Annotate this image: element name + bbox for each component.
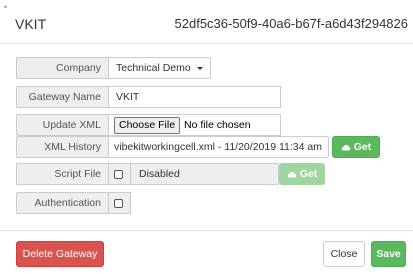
gateway-name-row: Gateway Name VKIT — [16, 86, 316, 108]
script-file-status: Disabled — [131, 163, 279, 185]
authentication-checkbox[interactable] — [114, 199, 123, 208]
company-dropdown[interactable]: Technical Demo — [109, 57, 211, 79]
update-xml-file-input[interactable]: Choose File No file chosen — [109, 114, 281, 136]
caret-down-icon — [196, 66, 203, 70]
company-dropdown-value: Technical Demo — [116, 62, 191, 74]
xml-history-get-label: Get — [353, 141, 372, 153]
save-button[interactable]: Save — [371, 241, 406, 267]
script-file-row: Script File Disabled Get — [16, 163, 346, 185]
choose-file-button[interactable]: Choose File — [114, 117, 181, 134]
gateway-id: 52df5c36-50f9-40a6-b67f-a6d43f294826 — [174, 16, 408, 31]
script-file-checkbox-cell — [109, 163, 131, 185]
gateway-name-input[interactable]: VKIT — [109, 86, 281, 108]
company-label: Company — [16, 57, 109, 79]
file-status-text: No file chosen — [184, 119, 251, 131]
xml-history-label: XML History — [16, 136, 109, 158]
script-file-get-button[interactable]: Get — [279, 163, 325, 185]
cloud-download-icon — [341, 144, 351, 151]
gateway-name-label: Gateway Name — [16, 86, 109, 108]
script-file-checkbox[interactable] — [114, 170, 123, 179]
company-row: Company Technical Demo — [16, 57, 316, 79]
caret-down-icon — [327, 145, 328, 149]
footer-divider — [0, 230, 413, 231]
script-file-label: Script File — [16, 163, 109, 185]
delete-gateway-button[interactable]: Delete Gateway — [16, 241, 104, 267]
update-xml-label: Update XML — [16, 114, 109, 136]
cloud-download-icon — [287, 171, 297, 178]
modal-header: VKIT 52df5c36-50f9-40a6-b67f-a6d43f29482… — [0, 0, 413, 44]
script-file-get-label: Get — [299, 168, 318, 180]
close-button[interactable]: Close — [323, 241, 365, 267]
xml-history-dropdown[interactable]: vibekitworkingcell.xml - 11/20/2019 11:3… — [109, 136, 329, 158]
update-xml-row: Update XML Choose File No file chosen — [16, 114, 316, 136]
xml-history-selected: vibekitworkingcell.xml - 11/20/2019 11:3… — [114, 141, 322, 153]
xml-history-get-button[interactable]: Get — [332, 136, 380, 158]
modal-title: VKIT — [15, 16, 47, 32]
authentication-row: Authentication — [16, 192, 146, 214]
authentication-label: Authentication — [16, 192, 109, 214]
authentication-checkbox-cell — [109, 192, 131, 214]
xml-history-row: XML History vibekitworkingcell.xml - 11/… — [16, 136, 406, 158]
